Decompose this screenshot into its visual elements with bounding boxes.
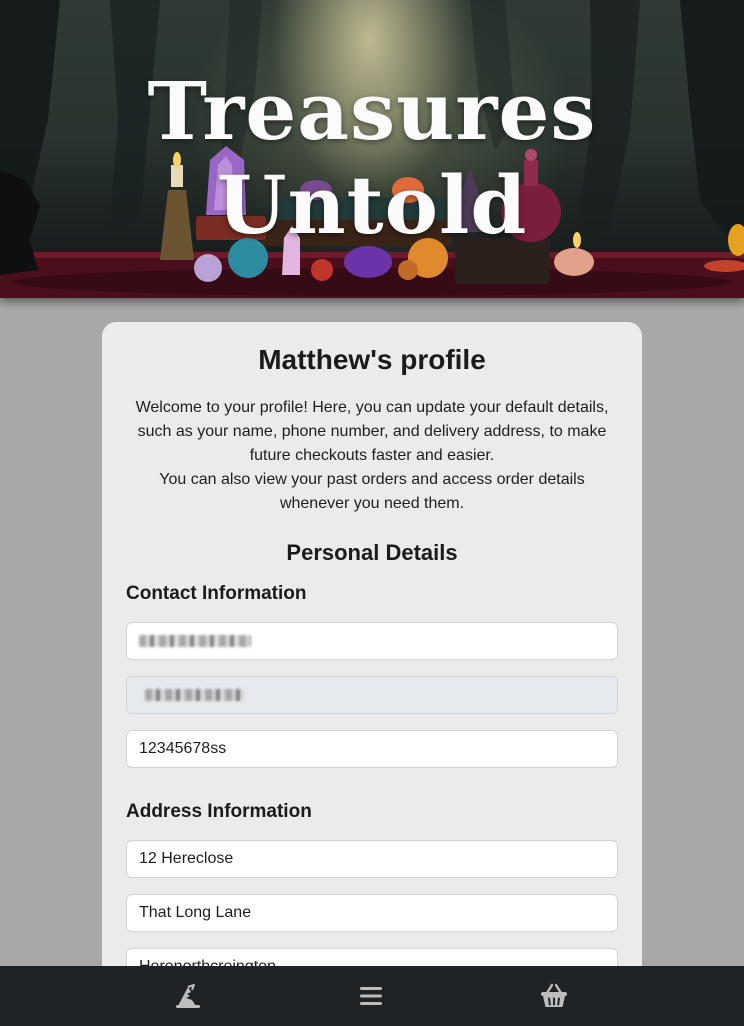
redacted-email-value (145, 689, 245, 701)
personal-details-heading: Personal Details (286, 540, 458, 565)
address-line-2-value: That Long Lane (139, 904, 252, 921)
hero-banner: Treasures Untold (0, 0, 744, 298)
wizard-hat-icon (176, 984, 200, 1008)
welcome-paragraph-1: Welcome to your profile! Here, you can u… (135, 399, 609, 464)
phone-field[interactable]: 12345678ss (126, 730, 618, 768)
phone-field-value: 12345678ss (139, 740, 227, 757)
address-information-heading: Address Information (126, 801, 312, 822)
menu-button[interactable] (341, 966, 401, 1026)
basket-icon (541, 983, 567, 1007)
home-button[interactable] (158, 966, 218, 1026)
address-line-2-field[interactable]: That Long Lane (126, 894, 618, 932)
hamburger-menu-icon (360, 987, 382, 1005)
welcome-paragraph-2: You can also view your past orders and a… (159, 471, 585, 512)
email-field (126, 676, 618, 714)
name-field[interactable] (126, 622, 618, 660)
bottom-navigation (0, 966, 744, 1026)
welcome-text: Welcome to your profile! Here, you can u… (102, 396, 642, 516)
contact-information-heading: Contact Information (126, 583, 307, 604)
redacted-name-value (139, 635, 251, 647)
address-line-1-field[interactable]: 12 Hereclose (126, 840, 618, 878)
basket-button[interactable] (524, 966, 584, 1026)
address-line-1-value: 12 Hereclose (139, 850, 234, 867)
site-title: Treasures Untold (147, 64, 597, 252)
page-title: Matthew's profile (258, 344, 486, 375)
